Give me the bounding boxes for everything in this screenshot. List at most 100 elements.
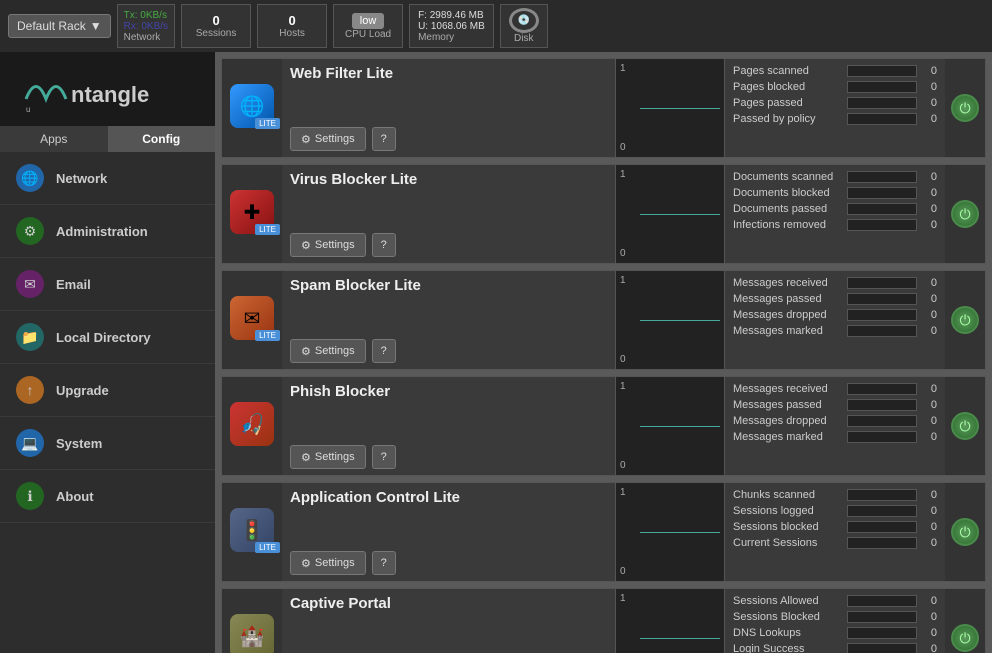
stat-bar-container	[847, 415, 917, 427]
settings-icon-phish-blocker: ⚙	[301, 451, 311, 464]
stat-name: Current Sessions	[733, 537, 847, 549]
stat-row: Messages dropped0	[733, 309, 937, 321]
stat-row: Login Success0	[733, 643, 937, 653]
sidebar-item-about[interactable]: ℹ About	[0, 470, 215, 523]
settings-button-spam-blocker-lite[interactable]: ⚙ Settings	[290, 339, 366, 363]
power-button-web-filter-lite[interactable]: ⏻	[951, 94, 979, 122]
graph-line-spam-blocker-lite	[640, 320, 720, 321]
app-icon-phish-blocker: 🎣	[230, 402, 274, 446]
network-icon: 🌐	[16, 164, 44, 192]
stat-name: Documents blocked	[733, 187, 847, 199]
sidebar-item-administration[interactable]: ⚙ Administration	[0, 205, 215, 258]
power-area-captive-portal: ⏻	[945, 589, 985, 653]
power-icon-spam-blocker-lite: ⏻	[959, 312, 970, 329]
stat-value: 0	[921, 293, 937, 305]
stat-name: Messages passed	[733, 399, 847, 411]
power-button-application-control-lite[interactable]: ⏻	[951, 518, 979, 546]
graph-top-spam-blocker-lite: 1	[618, 275, 722, 286]
settings-button-web-filter-lite[interactable]: ⚙ Settings	[290, 127, 366, 151]
settings-icon-virus-blocker-lite: ⚙	[301, 239, 311, 252]
app-card-virus-blocker-lite: ✚LITEVirus Blocker Lite⚙ Settings?10Docu…	[221, 164, 986, 264]
stat-row: Messages received0	[733, 383, 937, 395]
power-area-virus-blocker-lite: ⏻	[945, 165, 985, 263]
tab-config[interactable]: Config	[108, 126, 216, 152]
stats-area-captive-portal: Sessions Allowed0Sessions Blocked0DNS Lo…	[725, 589, 945, 653]
settings-button-application-control-lite[interactable]: ⚙ Settings	[290, 551, 366, 575]
stat-bar-container	[847, 399, 917, 411]
app-icon-captive-portal: 🏰	[230, 614, 274, 653]
stat-bar-container	[847, 309, 917, 321]
app-main-phish-blocker: Phish Blocker ⚙ Settings?	[282, 377, 615, 475]
mem-u-label: U:	[418, 21, 428, 32]
graph-area-phish-blocker: 10	[615, 377, 725, 475]
stat-row: DNS Lookups0	[733, 627, 937, 639]
app-card-web-filter-lite: 🌐LITEWeb Filter Lite⚙ Settings?10Pages s…	[221, 58, 986, 158]
graph-top-virus-blocker-lite: 1	[618, 169, 722, 180]
stat-row: Sessions blocked0	[733, 521, 937, 533]
stat-name: DNS Lookups	[733, 627, 847, 639]
sidebar-item-local-directory[interactable]: 📁 Local Directory	[0, 311, 215, 364]
sidebar-item-upgrade[interactable]: ↑ Upgrade	[0, 364, 215, 417]
lite-badge-application-control-lite: LITE	[255, 542, 280, 553]
stat-bar-container	[847, 521, 917, 533]
graph-line-virus-blocker-lite	[640, 214, 720, 215]
help-button-phish-blocker[interactable]: ?	[372, 445, 396, 469]
stat-value: 0	[921, 415, 937, 427]
app-title-phish-blocker: Phish Blocker	[290, 383, 607, 400]
power-button-captive-portal[interactable]: ⏻	[951, 624, 979, 652]
stat-row: Current Sessions0	[733, 537, 937, 549]
graph-line-captive-portal	[640, 638, 720, 639]
help-button-web-filter-lite[interactable]: ?	[372, 127, 396, 151]
sidebar-item-local-directory-label: Local Directory	[56, 330, 151, 345]
stat-name: Messages received	[733, 277, 847, 289]
help-button-virus-blocker-lite[interactable]: ?	[372, 233, 396, 257]
mem-used-value: 1068.06 MB	[431, 21, 485, 32]
help-button-spam-blocker-lite[interactable]: ?	[372, 339, 396, 363]
settings-icon-spam-blocker-lite: ⚙	[301, 345, 311, 358]
stat-row: Documents scanned0	[733, 171, 937, 183]
tab-apps[interactable]: Apps	[0, 126, 108, 152]
power-button-virus-blocker-lite[interactable]: ⏻	[951, 200, 979, 228]
stat-value: 0	[921, 277, 937, 289]
power-button-phish-blocker[interactable]: ⏻	[951, 412, 979, 440]
sidebar-item-email-label: Email	[56, 277, 91, 292]
stat-name: Passed by policy	[733, 113, 847, 125]
stat-bar-container	[847, 171, 917, 183]
stat-bar-container	[847, 81, 917, 93]
rack-selector[interactable]: Default Rack ▼	[8, 14, 111, 38]
stat-row: Messages marked0	[733, 431, 937, 443]
graph-line-web-filter-lite	[640, 108, 720, 109]
settings-button-virus-blocker-lite[interactable]: ⚙ Settings	[290, 233, 366, 257]
stat-name: Messages received	[733, 383, 847, 395]
hosts-stat: 0 Hosts	[257, 4, 327, 48]
sessions-header: Sessions	[196, 28, 237, 39]
app-title-virus-blocker-lite: Virus Blocker Lite	[290, 171, 607, 188]
sidebar-item-email[interactable]: ✉ Email	[0, 258, 215, 311]
help-button-application-control-lite[interactable]: ?	[372, 551, 396, 575]
sidebar-item-system[interactable]: 💻 System	[0, 417, 215, 470]
graph-area-virus-blocker-lite: 10	[615, 165, 725, 263]
memory-stat: F: 2989.46 MB U: 1068.06 MB Memory	[409, 4, 494, 48]
power-button-spam-blocker-lite[interactable]: ⏻	[951, 306, 979, 334]
stat-row: Sessions logged0	[733, 505, 937, 517]
sidebar: ntangle u Apps Config 🌐 Network ⚙ Admini…	[0, 52, 215, 653]
rack-dropdown-icon: ▼	[90, 19, 102, 33]
stat-value: 0	[921, 595, 937, 607]
rx-label: Rx:	[124, 21, 139, 32]
settings-button-phish-blocker[interactable]: ⚙ Settings	[290, 445, 366, 469]
tx-value: 0KB/s	[140, 10, 167, 21]
app-main-virus-blocker-lite: Virus Blocker Lite ⚙ Settings?	[282, 165, 615, 263]
logo-area: ntangle u	[0, 52, 215, 126]
sessions-value: 0	[212, 13, 219, 28]
rx-row: Rx: 0KB/s	[124, 21, 168, 32]
sidebar-item-network[interactable]: 🌐 Network	[0, 152, 215, 205]
stat-row: Pages blocked0	[733, 81, 937, 93]
stat-name: Pages blocked	[733, 81, 847, 93]
stat-name: Sessions Allowed	[733, 595, 847, 607]
stat-bar-container	[847, 277, 917, 289]
stat-name: Messages marked	[733, 431, 847, 443]
stat-row: Messages received 0	[733, 277, 937, 289]
app-main-web-filter-lite: Web Filter Lite⚙ Settings?	[282, 59, 615, 157]
app-card-captive-portal: 🏰Captive Portal⚙ Settings?10Sessions All…	[221, 588, 986, 653]
stat-value: 0	[921, 187, 937, 199]
